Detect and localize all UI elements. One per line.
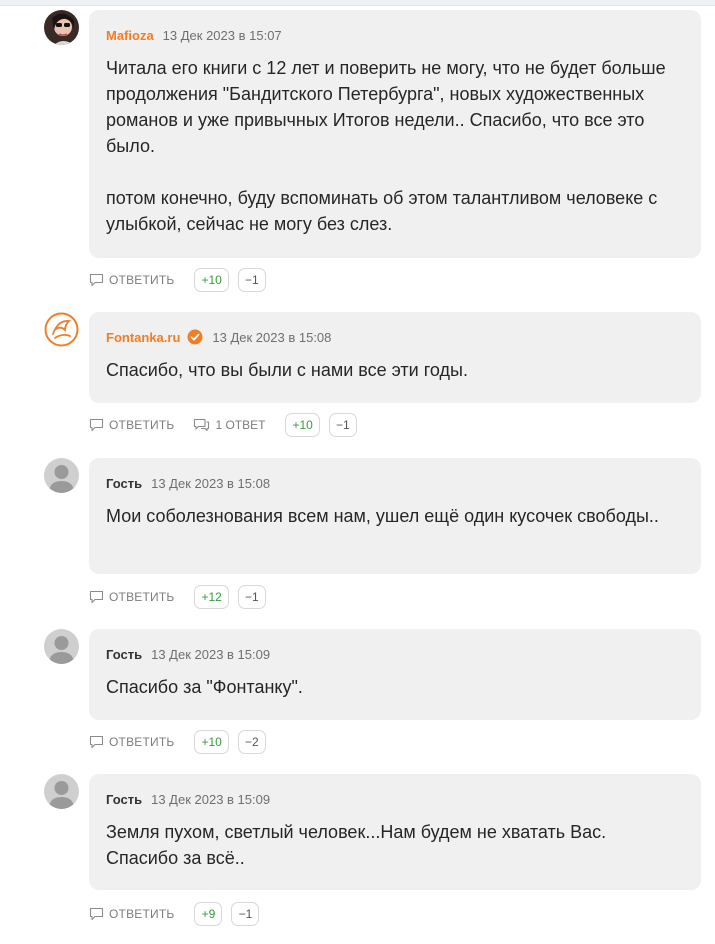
comment-text: Спасибо за "Фонтанку". (106, 674, 683, 700)
reply-button[interactable]: ОТВЕТИТЬ (89, 735, 174, 749)
comment-actions: ОТВЕТИТЬ 1 ОТВЕТ +10 −1 (89, 413, 357, 437)
comment-date: 13 Дек 2023 в 15:09 (151, 791, 271, 807)
speech-bubble-icon (89, 590, 104, 604)
replies-count: 1 ОТВЕТ (215, 418, 266, 432)
comment-author: Гость (106, 646, 143, 662)
downvote-button[interactable]: −1 (237, 268, 266, 292)
reply-button[interactable]: ОТВЕТИТЬ (89, 907, 174, 921)
comment-paragraph: Читала его книги с 12 лет и поверить не … (106, 58, 666, 156)
comment-date: 13 Дек 2023 в 15:08 (151, 475, 271, 491)
downvote-button[interactable]: −1 (237, 585, 266, 609)
comment-text: Читала его книги с 12 лет и поверить не … (106, 55, 683, 237)
comment-text: Мои соболезнования всем нам, ушел ещё од… (106, 503, 683, 529)
speech-bubble-icon (89, 735, 104, 749)
comment-actions: ОТВЕТИТЬ +12 −1 (89, 585, 266, 609)
user-photo-icon (44, 10, 79, 45)
reply-button[interactable]: ОТВЕТИТЬ (89, 418, 174, 432)
comment-bubble: Mafioza 13 Дек 2023 в 15:07 Читала его к… (89, 10, 701, 258)
avatar[interactable] (44, 10, 79, 45)
user-placeholder-icon (44, 629, 79, 664)
reply-label: ОТВЕТИТЬ (109, 418, 175, 432)
reply-label: ОТВЕТИТЬ (109, 735, 175, 749)
reply-label: ОТВЕТИТЬ (109, 907, 175, 921)
speech-bubble-icon (89, 273, 104, 287)
avatar[interactable] (44, 629, 79, 664)
downvote-button[interactable]: −1 (328, 413, 357, 437)
user-placeholder-icon (44, 458, 79, 493)
comment-actions: ОТВЕТИТЬ +9 −1 (89, 902, 260, 926)
downvote-button[interactable]: −1 (231, 902, 260, 926)
comment-author: Гость (106, 791, 143, 807)
comment-author: Гость (106, 475, 143, 491)
comment-bubble: Гость 13 Дек 2023 в 15:09 Спасибо за "Фо… (89, 629, 701, 720)
comment-paragraph: Спасибо, что вы были с нами все эти годы… (106, 360, 468, 380)
avatar[interactable] (44, 312, 79, 347)
comment-bubble: Fontanka.ru 13 Дек 2023 в 15:08 Спасибо,… (89, 312, 701, 403)
comment-actions: ОТВЕТИТЬ +10 −2 (89, 730, 266, 754)
avatar[interactable] (44, 458, 79, 493)
replies-toggle[interactable]: 1 ОТВЕТ (193, 418, 265, 432)
upvote-button[interactable]: +12 (194, 585, 229, 609)
upvote-button[interactable]: +9 (194, 902, 223, 926)
reply-button[interactable]: ОТВЕТИТЬ (89, 273, 174, 287)
downvote-button[interactable]: −2 (237, 730, 266, 754)
comment-date: 13 Дек 2023 в 15:07 (162, 27, 282, 43)
replies-icon (194, 418, 210, 432)
comment-date: 13 Дек 2023 в 15:09 (151, 646, 271, 662)
speech-bubble-icon (89, 418, 104, 432)
reply-button[interactable]: ОТВЕТИТЬ (89, 590, 174, 604)
upvote-button[interactable]: +10 (285, 413, 320, 437)
upvote-button[interactable]: +10 (194, 730, 229, 754)
fontanka-logo-icon (44, 312, 79, 347)
comment-date: 13 Дек 2023 в 15:08 (212, 329, 332, 345)
comment-author[interactable]: Fontanka.ru (106, 330, 180, 345)
comment-paragraph: Земля пухом, светлый человек...Нам будем… (106, 822, 607, 868)
comment-bubble: Гость 13 Дек 2023 в 15:08 Мои соболезнов… (89, 458, 701, 574)
comment-paragraph: Спасибо за "Фонтанку". (106, 677, 303, 697)
comment-paragraph: Мои соболезнования всем нам, ушел ещё од… (106, 506, 659, 526)
comment-text: Спасибо, что вы были с нами все эти годы… (106, 357, 683, 383)
comment-bubble: Гость 13 Дек 2023 в 15:09 Земля пухом, с… (89, 774, 701, 890)
user-placeholder-icon (44, 774, 79, 809)
comment-paragraph: потом конечно, буду вспоминать об этом т… (106, 188, 658, 234)
comment-actions: ОТВЕТИТЬ +10 −1 (89, 268, 266, 292)
reply-label: ОТВЕТИТЬ (109, 590, 175, 604)
upvote-button[interactable]: +10 (194, 268, 229, 292)
comment-text: Земля пухом, светлый человек...Нам будем… (106, 819, 683, 871)
top-strip (0, 0, 715, 6)
speech-bubble-icon (89, 907, 104, 921)
avatar[interactable] (44, 774, 79, 809)
comment-author[interactable]: Mafioza (106, 28, 154, 43)
verified-badge-icon (187, 329, 203, 345)
reply-label: ОТВЕТИТЬ (109, 273, 175, 287)
